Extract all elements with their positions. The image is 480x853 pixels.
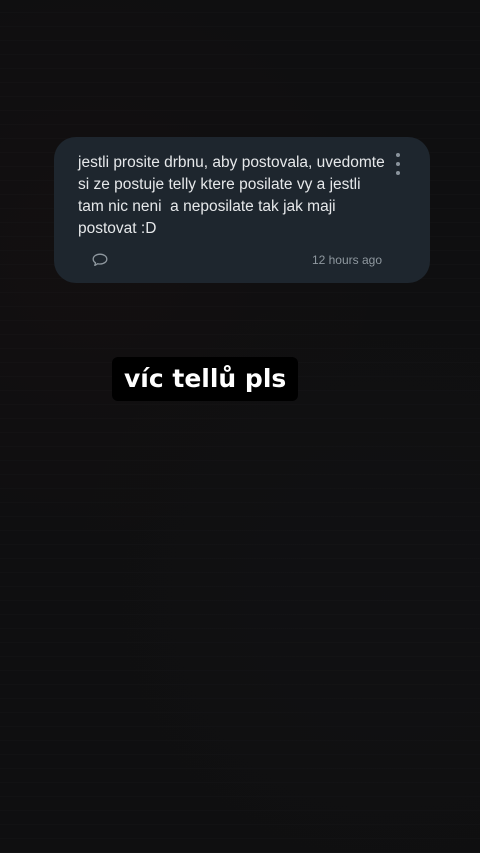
comment-card[interactable]: jestli prosite drbnu, aby postovala, uve… [54,137,430,283]
vertical-dots-icon [396,162,400,166]
speech-bubble-icon [92,253,108,267]
story-caption: víc tellů pls [112,357,299,401]
reply-button[interactable] [92,253,108,267]
background-texture [0,0,480,853]
vertical-dots-icon [396,171,400,175]
vertical-dots-icon [396,153,400,157]
comment-timestamp: 12 hours ago [311,253,382,267]
more-options-button[interactable] [390,153,406,175]
comment-text: jestli prosite drbnu, aby postovala, uve… [78,154,390,237]
